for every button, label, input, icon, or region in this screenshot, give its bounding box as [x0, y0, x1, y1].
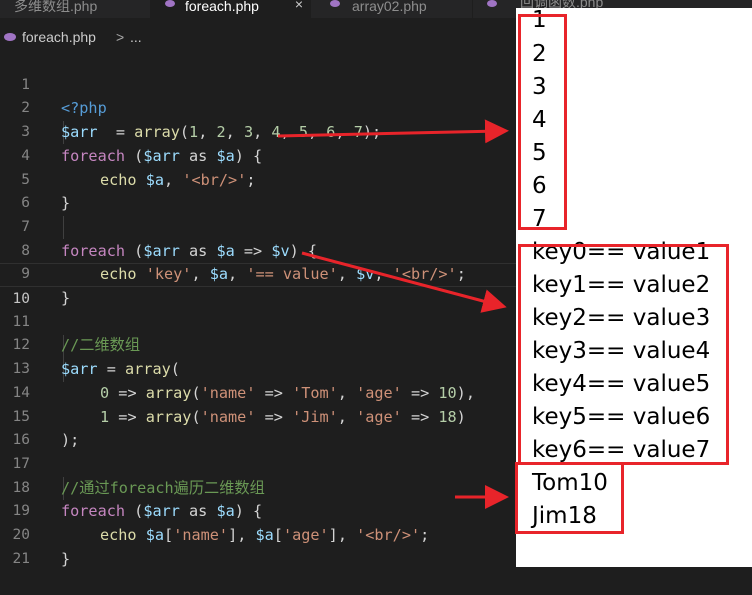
tab-label: 多维数组.php	[14, 0, 98, 14]
breadcrumb-more[interactable]: ...	[130, 26, 142, 48]
tab-bar: 多维数组.php foreach.php × array02.php	[0, 0, 520, 18]
code-line-20: 20 }	[0, 500, 520, 568]
code-line-3: 3 foreach ($arr as $a) {	[0, 97, 520, 165]
breadcrumb: foreach.php > ...	[0, 26, 520, 48]
tab-multidim-array[interactable]: 多维数组.php	[0, 0, 150, 18]
code-line-8: 8 echo 'key', $a, '== value', $v, '<br/>…	[0, 216, 520, 284]
php-file-icon	[4, 33, 16, 41]
tab-label: array02.php	[352, 0, 427, 14]
php-file-icon	[330, 0, 340, 7]
breadcrumb-separator: >	[116, 29, 125, 45]
code-line-15: 15 );	[0, 382, 520, 450]
code-line-16: 16	[0, 406, 520, 448]
annotation-box-numbers	[518, 14, 567, 230]
code-line-6: 6	[0, 169, 520, 211]
code-line-19: 19 echo $a['name'], $a['age'], '<br/>';	[0, 477, 520, 544]
close-icon[interactable]: ×	[295, 0, 303, 11]
code-line-18: 18 foreach ($arr as $a) {	[0, 453, 520, 521]
tab-callback[interactable]	[473, 0, 520, 18]
tab-foreach[interactable]: foreach.php ×	[151, 0, 311, 18]
code-line-21: 21	[0, 524, 520, 567]
code-line-5: 5 }	[0, 145, 520, 213]
annotation-box-people	[515, 462, 624, 534]
php-file-icon	[487, 0, 497, 7]
code-line-2: 2 $arr = array(1, 2, 3, 4, 5, 6, 7);	[0, 74, 520, 141]
tab-label: foreach.php	[185, 0, 259, 14]
annotation-box-key-values	[518, 244, 729, 465]
code-line-14: 14 1 => array('name' => 'Jim', 'age' => …	[0, 358, 520, 426]
code-line-9: 9 }	[0, 240, 520, 307]
php-file-icon	[165, 0, 175, 7]
code-line-1: 1 <?php	[0, 50, 520, 118]
breadcrumb-file[interactable]: foreach.php	[22, 26, 96, 48]
code-line-4: 4 echo $a, '<br/>';	[0, 121, 520, 189]
code-editor[interactable]: 1 <?php 2 $arr = array(1, 2, 3, 4, 5, 6,…	[0, 50, 520, 568]
code-token: }	[61, 549, 71, 568]
code-line-12: 12 $arr = array(	[0, 311, 520, 378]
output-tab-strip: 回调函数.php	[516, 0, 752, 8]
code-line-17: 17 //通过foreach遍历二维数组	[0, 429, 520, 497]
code-line-7: 7 foreach ($arr as $a => $v) {	[0, 192, 520, 260]
tab-array02[interactable]: array02.php	[312, 0, 472, 18]
code-line-11: 11 //二维数组	[0, 287, 520, 355]
code-line-13: 13 0 => array('name' => 'Tom', 'age' => …	[0, 334, 520, 402]
code-line-10: 10	[0, 263, 520, 307]
line-number: 21	[12, 550, 30, 567]
